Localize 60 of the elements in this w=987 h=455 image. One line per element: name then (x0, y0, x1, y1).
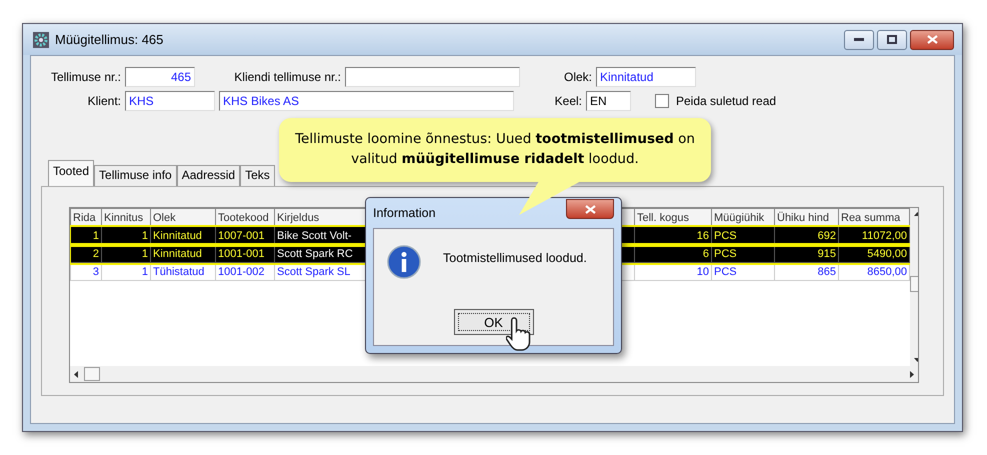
tab[interactable]: Teks (240, 165, 275, 186)
table-cell: 10 (634, 262, 712, 280)
column-header[interactable]: Müügiühik (712, 208, 774, 226)
ok-button[interactable]: OK (454, 309, 534, 335)
field-label: Tellimuse nr.: (50, 70, 121, 84)
status-field[interactable]: Kinnitatud (596, 67, 696, 87)
client-code-field[interactable]: KHS (125, 91, 215, 111)
table-cell: PCS (712, 262, 774, 280)
close-icon (584, 204, 596, 214)
language-field[interactable]: EN (586, 91, 631, 111)
table-cell: 1007-001 (216, 226, 274, 244)
minimize-button[interactable] (844, 30, 874, 50)
tab[interactable]: Tellimuse info (94, 165, 177, 186)
table-cell: PCS (712, 226, 774, 244)
gear-icon (33, 32, 49, 48)
table-cell: 1 (102, 262, 150, 280)
column-header[interactable]: Ühiku hind (774, 208, 838, 226)
table-cell: Tühistatud (150, 262, 216, 280)
field-label: Klient: (86, 94, 121, 108)
table-cell: 3 (70, 262, 102, 280)
customer-order-field[interactable] (345, 67, 520, 87)
close-icon (926, 35, 938, 44)
minimize-icon (854, 38, 864, 42)
tab[interactable]: Tooted (48, 160, 94, 186)
dialog-title: Information (373, 206, 436, 220)
field-label: Olek: (562, 70, 592, 84)
info-icon (387, 245, 421, 279)
table-cell: 865 (774, 262, 838, 280)
left-arrow-icon (74, 370, 78, 378)
column-header[interactable]: Tell. kogus (634, 208, 712, 226)
client-name-field[interactable]: KHS Bikes AS (219, 91, 514, 111)
tab[interactable]: Aadressid (176, 165, 240, 186)
column-header[interactable]: Rida (70, 208, 102, 226)
maximize-button[interactable] (877, 30, 907, 50)
scroll-thumb[interactable] (84, 367, 100, 381)
close-button[interactable] (910, 30, 954, 50)
table-cell: Kinnitatud (150, 226, 216, 244)
table-cell: 1 (70, 226, 102, 244)
checkbox-label: Peida suletud read (676, 94, 776, 108)
column-header[interactable]: Rea summa (838, 208, 910, 226)
column-header[interactable]: Tootekood (216, 208, 274, 226)
close-button[interactable] (566, 199, 614, 219)
right-arrow-icon (910, 370, 914, 378)
table-cell: 692 (774, 226, 838, 244)
horizontal-scrollbar[interactable] (70, 366, 918, 382)
table-cell: 16 (634, 226, 712, 244)
table-cell: 1 (102, 226, 150, 244)
column-header[interactable]: Kinnitus (102, 208, 150, 226)
checkbox[interactable] (655, 94, 669, 108)
table-cell: 1001-002 (216, 262, 274, 280)
field-label: Keel: (554, 94, 582, 108)
table-cell: 8650,00 (838, 262, 910, 280)
table-cell: 11072,00 (838, 226, 910, 244)
callout-text: Tellimuste loomine õnnestus: Uued tootmistellimused on valitud müügitellimuse ridadelt loodud. (294, 130, 696, 169)
order-number-field[interactable]: 465 (125, 67, 195, 87)
maximize-icon (887, 35, 897, 44)
dialog-message: Tootmistellimused loodud. (443, 251, 587, 265)
field-label: Kliendi tellimuse nr.: (233, 70, 341, 84)
window-title: Müügitellimus: 465 (55, 32, 164, 47)
column-header[interactable]: Olek (150, 208, 216, 226)
